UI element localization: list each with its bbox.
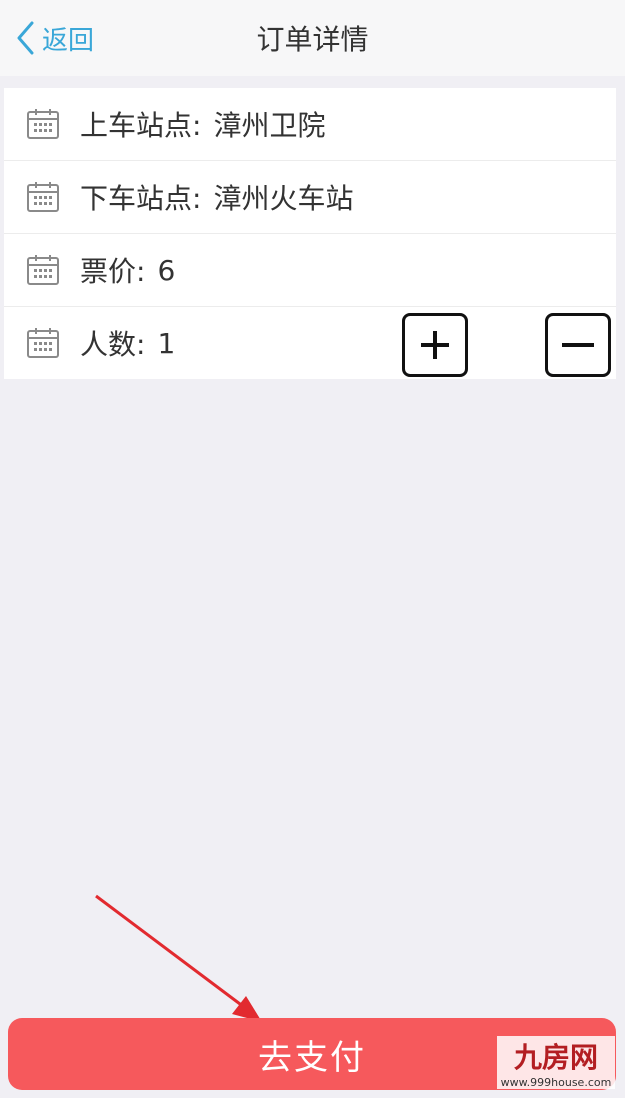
minus-icon — [562, 343, 594, 347]
order-form: 上车站点: 漳州卫院 下车站点: 漳州火车站 票价: 6 人数: 1 — [4, 88, 616, 379]
page-title: 订单详情 — [256, 23, 369, 56]
boarding-station-label: 上车站点: — [80, 109, 202, 142]
decrease-passenger-button[interactable] — [545, 313, 611, 377]
alighting-station-row: 下车站点: 漳州火车站 — [4, 161, 616, 234]
calendar-icon — [27, 109, 59, 139]
watermark-logo-text: 九房网 — [497, 1036, 615, 1076]
alighting-station-label: 下车站点: — [80, 182, 202, 215]
ticket-price-value: 6 — [157, 253, 176, 287]
alighting-station-value: 漳州火车站 — [213, 182, 354, 215]
passenger-count-row: 人数: 1 — [4, 307, 616, 379]
boarding-station-value: 漳州卫院 — [213, 109, 326, 142]
calendar-icon — [27, 328, 59, 358]
passenger-count-value: 1 — [157, 326, 176, 360]
calendar-icon — [27, 255, 59, 285]
passenger-count-label: 人数: — [80, 328, 146, 361]
order-detail-page: 返回 订单详情 上车站点: 漳州卫院 下车站点: 漳州火车站 票价: 6 人数:… — [0, 0, 625, 1098]
watermark: 九房网 www.999house.com — [497, 1036, 615, 1089]
watermark-url: www.999house.com — [497, 1076, 615, 1089]
boarding-station-row: 上车站点: 漳州卫院 — [4, 88, 616, 161]
ticket-price-row: 票价: 6 — [4, 234, 616, 307]
plus-icon — [421, 331, 449, 359]
calendar-icon — [27, 182, 59, 212]
increase-passenger-button[interactable] — [402, 313, 468, 377]
navbar: 返回 订单详情 — [0, 0, 625, 76]
ticket-price-label: 票价: — [80, 255, 146, 288]
